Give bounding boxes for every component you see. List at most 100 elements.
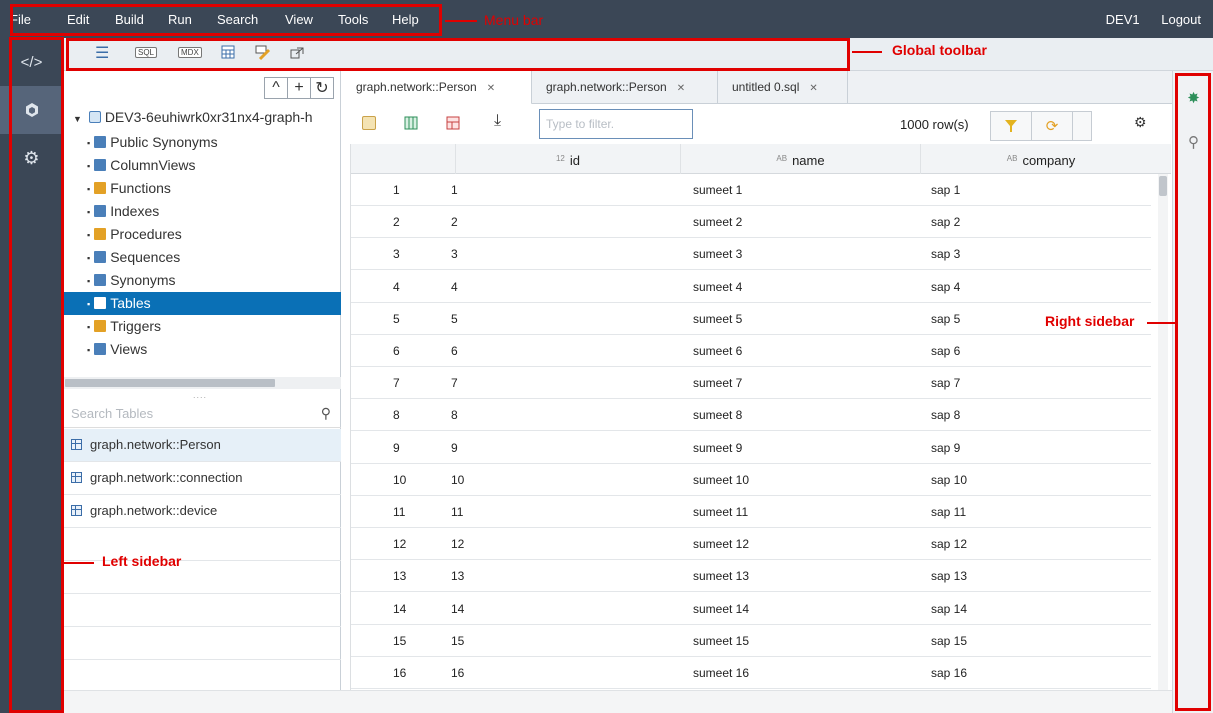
table-row[interactable]: 3 3 sumeet 3 sap 3 — [351, 238, 1151, 271]
table-row[interactable]: 10 10 sumeet 10 sap 10 — [351, 464, 1151, 496]
tree-item-icon — [94, 343, 107, 355]
tree-item-label: Triggers — [110, 318, 162, 334]
tree-item-label: ColumnViews — [110, 157, 196, 173]
table-row[interactable]: 14 14 sumeet 14 sap 14 — [351, 593, 1151, 625]
name-cell: sumeet 1 — [693, 183, 743, 197]
table-row[interactable]: 7 7 sumeet 7 sap 7 — [351, 367, 1151, 400]
add-button[interactable]: + — [287, 77, 311, 99]
scrollbar-thumb[interactable] — [1159, 176, 1167, 196]
status-area — [63, 690, 1172, 713]
table-row[interactable]: 16 16 sumeet 16 sap 16 — [351, 657, 1151, 689]
id-cell: 14 — [451, 601, 465, 616]
bullet-icon: ▪ — [87, 206, 91, 217]
bullet-icon: ▪ — [87, 229, 91, 240]
tree-item-label: Functions — [110, 180, 171, 196]
vertical-scrollbar[interactable] — [1158, 174, 1168, 690]
tree-item-label: Sequences — [110, 249, 181, 265]
logout-link[interactable]: Logout — [1161, 12, 1201, 27]
copy-icon[interactable] — [362, 116, 376, 130]
refresh-data-button[interactable]: ⟳ — [1031, 111, 1073, 141]
tab-graph-network-person[interactable]: graph.network::Person ✕ — [342, 71, 532, 105]
type-badge: 12 — [555, 154, 565, 163]
close-icon[interactable]: ✕ — [809, 83, 817, 94]
row-number-cell: 14 — [393, 601, 407, 616]
row-number-cell: 12 — [393, 537, 407, 552]
table-list-label: graph.network::device — [90, 503, 218, 518]
tree-item-triggers[interactable]: ▪ Triggers — [87, 315, 341, 338]
tree-item-label: Tables — [110, 295, 151, 311]
table-list-item[interactable]: graph.network::connection — [63, 462, 341, 495]
table-row[interactable]: 8 8 sumeet 8 sap 8 — [351, 399, 1151, 432]
tree-item-columnviews[interactable]: ▪ ColumnViews — [87, 154, 341, 177]
table-row[interactable]: 11 11 sumeet 11 sap 11 — [351, 496, 1151, 528]
column-header-name[interactable]: AB name — [681, 144, 921, 174]
id-cell: 4 — [451, 279, 458, 294]
column-name: name — [792, 153, 825, 168]
column-header-id[interactable]: 12 id — [456, 144, 681, 174]
tree-item-procedures[interactable]: ▪ Procedures — [87, 223, 341, 246]
table-row[interactable]: 6 6 sumeet 6 sap 6 — [351, 335, 1151, 367]
table-row[interactable]: 5 5 sumeet 5 sap 5 — [351, 302, 1151, 335]
id-cell: 1 — [451, 183, 458, 197]
bullet-icon: ▪ — [87, 321, 91, 332]
close-icon[interactable]: ✕ — [487, 83, 495, 94]
refresh-icon: ⟳ — [1045, 118, 1059, 135]
tree-item-functions[interactable]: ▪ Functions — [87, 177, 341, 200]
filter-button[interactable] — [990, 111, 1032, 141]
annotation-left-sidebar-box — [9, 37, 64, 713]
id-cell: 2 — [451, 215, 458, 230]
scrollbar-thumb[interactable] — [65, 379, 275, 387]
annotation-right-sidebar-box — [1175, 73, 1211, 711]
tree-item-tables[interactable]: ▪ Tables — [63, 292, 341, 315]
name-cell: sumeet 13 — [693, 569, 750, 584]
table-row[interactable]: 4 4 sumeet 4 sap 4 — [351, 271, 1151, 303]
bullet-icon: ▪ — [87, 252, 91, 263]
expand-arrow-icon[interactable]: ▼ — [73, 114, 82, 124]
company-cell: sap 16 — [931, 666, 968, 680]
tab-label: untitled 0.sql — [732, 80, 800, 94]
bullet-icon: ▪ — [87, 137, 91, 148]
panel-splitter[interactable]: .... — [193, 390, 207, 400]
row-number-cell: 15 — [393, 633, 407, 648]
table-row[interactable]: 2 2 sumeet 2 sap 2 — [351, 206, 1151, 239]
tree-root[interactable]: ▼ DEV3-6euhiwrk0xr31nx4-graph-h — [73, 109, 341, 125]
id-cell: 15 — [451, 633, 465, 648]
tree-item-public-synonyms[interactable]: ▪ Public Synonyms — [87, 131, 341, 154]
row-number-cell: 10 — [393, 472, 407, 487]
column-chooser-icon[interactable] — [404, 116, 418, 130]
annotation-left-sidebar-label: Left sidebar — [102, 553, 182, 569]
company-cell: sap 7 — [931, 376, 961, 391]
table-row[interactable]: 13 13 sumeet 13 sap 13 — [351, 560, 1151, 593]
table-list-item[interactable]: graph.network::Person — [63, 429, 341, 462]
refresh-button[interactable]: ↻ — [310, 77, 334, 99]
name-cell: sumeet 16 — [693, 666, 750, 680]
search-tables-input[interactable] — [63, 400, 303, 426]
tree-item-synonyms[interactable]: ▪ Synonyms — [87, 269, 341, 292]
search-icon[interactable]: ⚲ — [321, 405, 331, 422]
name-cell: sumeet 12 — [693, 537, 750, 552]
collapse-button[interactable]: ^ — [264, 77, 288, 99]
more-dropdown-button[interactable] — [1072, 111, 1092, 141]
tab-untitled-sql[interactable]: untitled 0.sql ✕ — [718, 71, 848, 104]
table-list-item[interactable]: graph.network::device — [63, 495, 341, 528]
tree-item-indexes[interactable]: ▪ Indexes — [87, 200, 341, 223]
horizontal-scrollbar[interactable] — [63, 377, 341, 389]
name-cell: sumeet 3 — [693, 247, 743, 262]
download-icon[interactable]: ⤓ — [494, 112, 508, 129]
tree-item-icon — [94, 274, 107, 286]
column-name: company — [1022, 153, 1076, 168]
tree-item-sequences[interactable]: ▪ Sequences — [87, 246, 341, 269]
tree-item-label: Indexes — [110, 203, 160, 219]
table-row[interactable]: 1 1 sumeet 1 sap 1 — [351, 174, 1151, 206]
tree-item-views[interactable]: ▪ Views — [87, 338, 341, 361]
table-row[interactable]: 9 9 sumeet 9 sap 9 — [351, 431, 1151, 464]
settings-icon[interactable]: ⚙ — [1134, 114, 1148, 130]
close-icon[interactable]: ✕ — [677, 83, 685, 94]
filter-input[interactable] — [540, 110, 690, 138]
table-row[interactable]: 15 15 sumeet 15 sap 15 — [351, 624, 1151, 657]
name-cell: sumeet 8 — [693, 408, 743, 423]
table-export-icon[interactable] — [446, 116, 460, 130]
table-row[interactable]: 12 12 sumeet 12 sap 12 — [351, 528, 1151, 561]
tab-graph-network-person-2[interactable]: graph.network::Person ✕ — [532, 71, 718, 104]
column-header-company[interactable]: AB company — [921, 144, 1161, 174]
